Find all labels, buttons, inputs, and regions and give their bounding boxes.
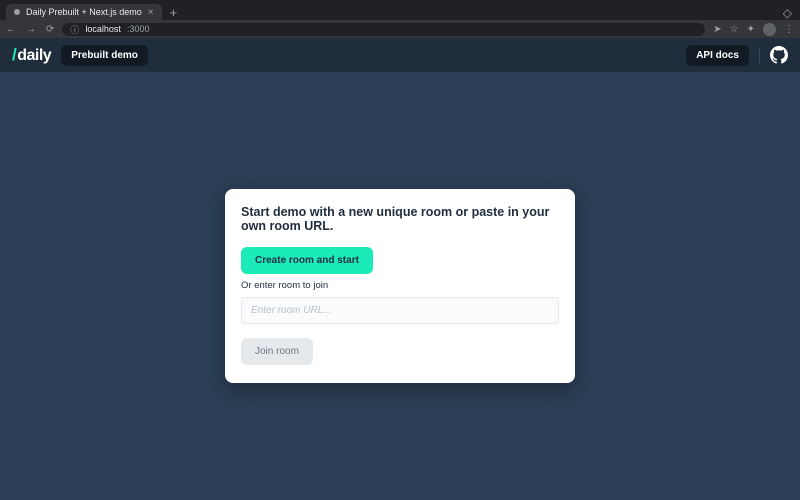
info-icon: ⓘ	[70, 23, 79, 36]
api-docs-button[interactable]: API docs	[686, 45, 749, 66]
browser-tab-strip: Daily Prebuilt + Next.js demo × + ◇	[0, 0, 800, 20]
new-tab-button[interactable]: +	[162, 5, 186, 20]
extensions-icon[interactable]: ✦	[747, 24, 755, 35]
url-port: :3000	[127, 24, 150, 34]
star-icon[interactable]: ☆	[730, 24, 739, 35]
forward-icon[interactable]: →	[26, 24, 36, 35]
main-stage: Start demo with a new unique room or pas…	[0, 72, 800, 500]
url-host: localhost	[85, 24, 121, 34]
browser-address-bar: ← → ⟳ ⓘ localhost :3000 ➤ ☆ ✦ ⋮	[0, 20, 800, 38]
start-demo-card: Start demo with a new unique room or pas…	[225, 189, 575, 383]
logo-text: daily	[17, 47, 51, 65]
tab-favicon-dot	[14, 9, 20, 15]
app-header: /daily Prebuilt demo API docs	[0, 38, 800, 72]
header-divider	[759, 47, 760, 63]
logo-slash-icon: /	[12, 45, 16, 65]
profile-avatar-icon[interactable]	[763, 23, 776, 36]
create-room-button[interactable]: Create room and start	[241, 247, 373, 274]
daily-logo[interactable]: /daily	[12, 45, 51, 65]
reload-icon[interactable]: ⟳	[46, 24, 54, 35]
url-field[interactable]: ⓘ localhost :3000	[62, 23, 705, 36]
card-heading: Start demo with a new unique room or pas…	[241, 205, 559, 233]
kebab-menu-icon[interactable]: ⋮	[784, 24, 794, 35]
room-url-input[interactable]	[241, 297, 559, 324]
back-icon[interactable]: ←	[6, 24, 16, 35]
prebuilt-demo-badge: Prebuilt demo	[61, 45, 148, 66]
close-icon[interactable]: ×	[148, 7, 154, 18]
github-icon[interactable]	[770, 46, 788, 64]
tab-title: Daily Prebuilt + Next.js demo	[26, 7, 142, 17]
join-room-button[interactable]: Join room	[241, 338, 313, 365]
or-enter-label: Or enter room to join	[241, 280, 559, 291]
window-controls-icon[interactable]: ◇	[775, 6, 800, 20]
share-icon[interactable]: ➤	[713, 24, 721, 35]
browser-tab[interactable]: Daily Prebuilt + Next.js demo ×	[6, 4, 162, 20]
